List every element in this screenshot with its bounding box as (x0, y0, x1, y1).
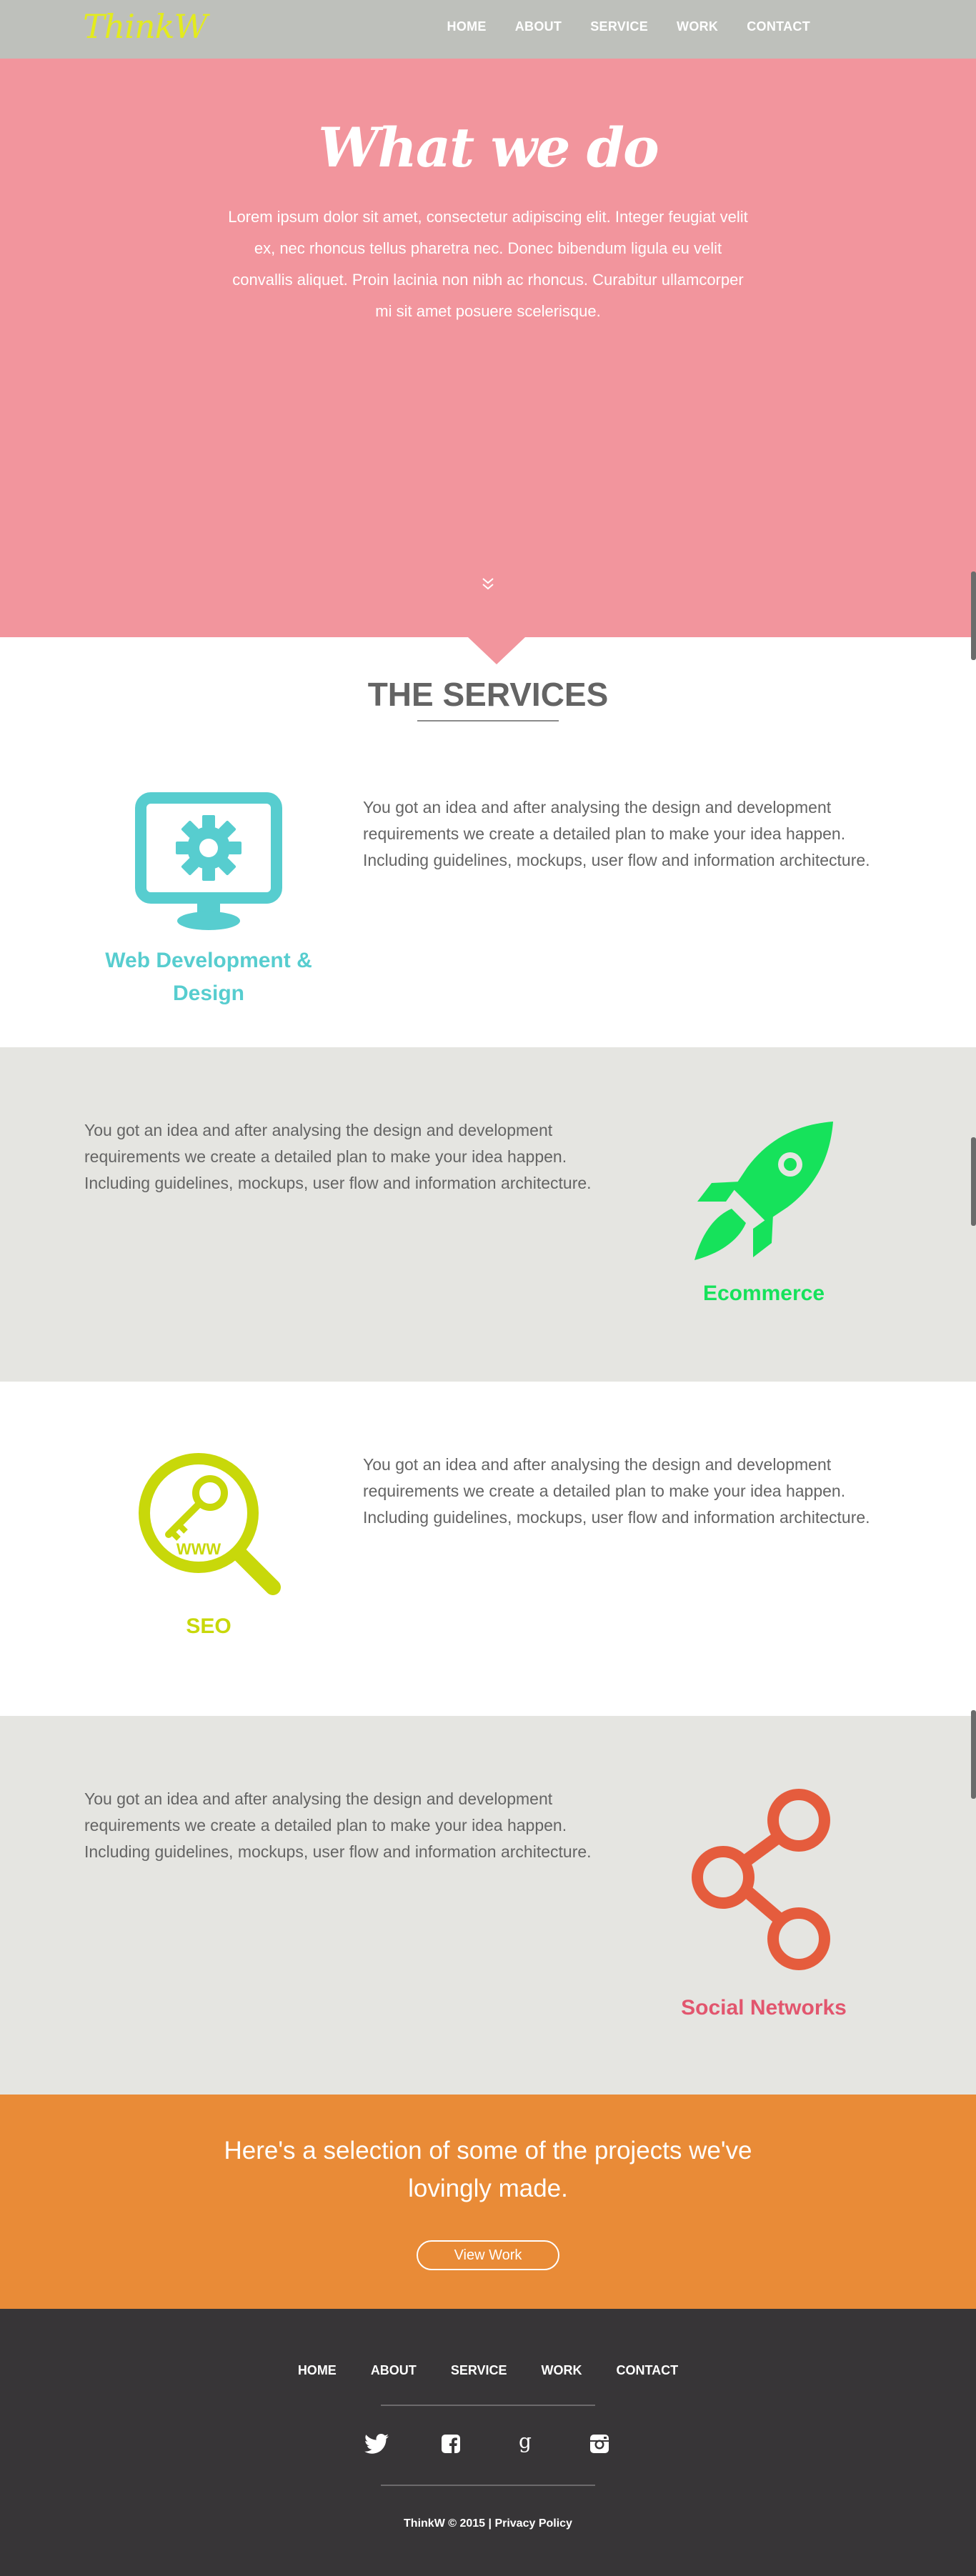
scroll-marker (971, 571, 976, 660)
rocket-icon (694, 1122, 833, 1260)
twitter-icon[interactable] (364, 2432, 389, 2456)
footer-link-service[interactable]: SERVICE (451, 2363, 507, 2378)
service-name-social-networks: Social Networks (681, 1996, 847, 2020)
footer-link-about[interactable]: ABOUT (371, 2363, 417, 2378)
scroll-marker (971, 1137, 976, 1226)
footer: HOME ABOUT SERVICE WORK CONTACT g ThinkW… (0, 2309, 976, 2576)
footer-link-contact[interactable]: CONTACT (617, 2363, 679, 2378)
google-plus-icon[interactable]: g (513, 2432, 537, 2456)
footer-menu: HOME ABOUT SERVICE WORK CONTACT (0, 2363, 976, 2378)
service-social-networks: You got an idea and after analysing the … (0, 1716, 976, 2095)
nav-link-about[interactable]: ABOUT (515, 19, 562, 34)
footer-link-home[interactable]: HOME (298, 2363, 337, 2378)
projects-section: Here's a selection of some of the projec… (0, 2095, 976, 2309)
service-seo: WWW SEO You got an idea and after analys… (0, 1382, 976, 1716)
service-text-web-development: You got an idea and after analysing the … (363, 798, 870, 869)
view-work-button[interactable]: View Work (417, 2240, 559, 2270)
double-chevron-down-icon[interactable] (474, 574, 502, 594)
magnifier-key-icon: WWW (139, 1453, 281, 1595)
service-text-ecommerce: You got an idea and after analysing the … (84, 1121, 592, 1192)
copyright-line: ThinkW © 2015 | Privacy Policy (0, 2517, 976, 2530)
svg-text:g: g (519, 2432, 532, 2453)
hero-title: What we do (318, 116, 659, 179)
share-icon (692, 1789, 830, 1970)
nav-link-service[interactable]: SERVICE (590, 19, 648, 34)
nav-menu: HOME ABOUT SERVICE WORK CONTACT (447, 19, 810, 34)
hero-section: What we do Lorem ipsum dolor sit amet, c… (0, 59, 976, 637)
service-web-development: Web Development & Design You got an idea… (0, 743, 976, 1047)
privacy-policy-link[interactable]: Privacy Policy (494, 2517, 572, 2530)
service-name-ecommerce: Ecommerce (702, 1282, 825, 1305)
nav-link-contact[interactable]: CONTACT (747, 19, 810, 34)
service-text-social-networks: You got an idea and after analysing the … (84, 1789, 592, 1861)
logo[interactable]: ThinkW (83, 7, 208, 46)
hero-text: Lorem ipsum dolor sit amet, consectetur … (228, 208, 748, 320)
service-name-seo: SEO (186, 1614, 231, 1638)
instagram-icon[interactable] (587, 2432, 612, 2456)
footer-link-work[interactable]: WORK (542, 2363, 582, 2378)
facebook-icon[interactable] (439, 2432, 463, 2456)
copyright-text: ThinkW © 2015 | (404, 2517, 495, 2530)
nav-link-home[interactable]: HOME (447, 19, 487, 34)
footer-divider-top (381, 2405, 595, 2406)
svg-text:WWW: WWW (176, 1540, 221, 1558)
footer-divider-bottom (381, 2485, 595, 2486)
services-title: THE SERVICES (367, 676, 609, 713)
nav-link-work[interactable]: WORK (677, 19, 718, 34)
top-navbar: ThinkW HOME ABOUT SERVICE WORK CONTACT (0, 0, 976, 59)
social-links: g (0, 2432, 976, 2456)
projects-title: Here's a selection of some of the projec… (224, 2137, 752, 2202)
hero-notch (468, 637, 525, 664)
monitor-gear-icon (135, 792, 282, 930)
services-underline (417, 720, 559, 722)
service-text-seo: You got an idea and after analysing the … (363, 1455, 870, 1527)
service-ecommerce: You got an idea and after analysing the … (0, 1047, 976, 1382)
scroll-marker (971, 1710, 976, 1799)
service-name-web-development: Web Development & Design (105, 949, 312, 1005)
